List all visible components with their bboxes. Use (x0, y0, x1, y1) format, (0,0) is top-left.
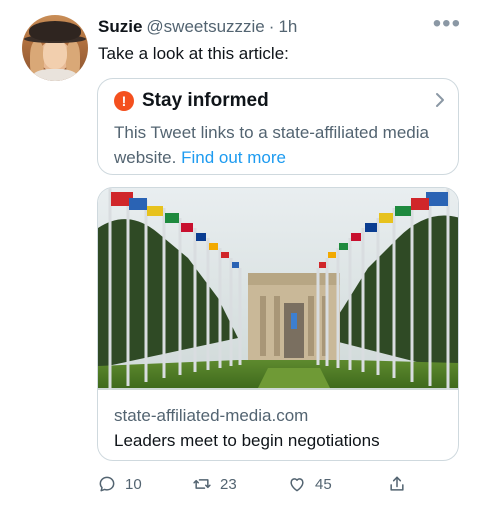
reply-count: 10 (125, 475, 142, 493)
find-out-more-link[interactable]: Find out more (181, 148, 286, 167)
avatar-hat (29, 21, 81, 41)
header-separator: · (268, 17, 275, 36)
like-button[interactable]: 45 (287, 474, 332, 494)
retweet-count: 23 (220, 475, 237, 493)
heart-icon (290, 478, 304, 492)
retweet-button[interactable]: 23 (192, 474, 237, 494)
tweet-text: Take a look at this article: (98, 44, 289, 63)
more-options-icon[interactable]: ••• (433, 12, 461, 36)
tweet-timestamp[interactable]: 1h (278, 17, 297, 37)
chevron-right-icon (436, 93, 444, 107)
notice-body: This Tweet links to a state-affiliated m… (114, 120, 444, 170)
link-card[interactable]: state-affiliated-media.com Leaders meet … (97, 187, 459, 461)
author-name[interactable]: Suzie (98, 17, 142, 37)
author-avatar[interactable] (22, 15, 88, 81)
notice-title-row: ! Stay informed (114, 90, 269, 112)
share-button[interactable] (387, 474, 407, 494)
card-image (98, 188, 458, 390)
warning-icon: ! (114, 91, 134, 111)
card-domain: state-affiliated-media.com (114, 406, 309, 425)
avatar-shirt (32, 69, 78, 81)
like-count: 45 (315, 475, 332, 493)
share-icon (390, 476, 404, 491)
retweet-icon (193, 479, 211, 489)
state-media-notice[interactable]: ! Stay informed This Tweet links to a st… (97, 78, 459, 175)
notice-title: Stay informed (142, 90, 269, 111)
tweet-actions: 10 23 45 (97, 474, 417, 498)
author-handle[interactable]: @sweetsuzzzie (146, 17, 264, 37)
tweet-header: Suzie @sweetsuzzzie · 1h (98, 17, 297, 37)
card-headline: Leaders meet to begin negotiations (114, 431, 380, 450)
reply-button[interactable]: 10 (97, 474, 142, 494)
reply-icon (99, 476, 115, 492)
avatar-face (43, 39, 67, 69)
